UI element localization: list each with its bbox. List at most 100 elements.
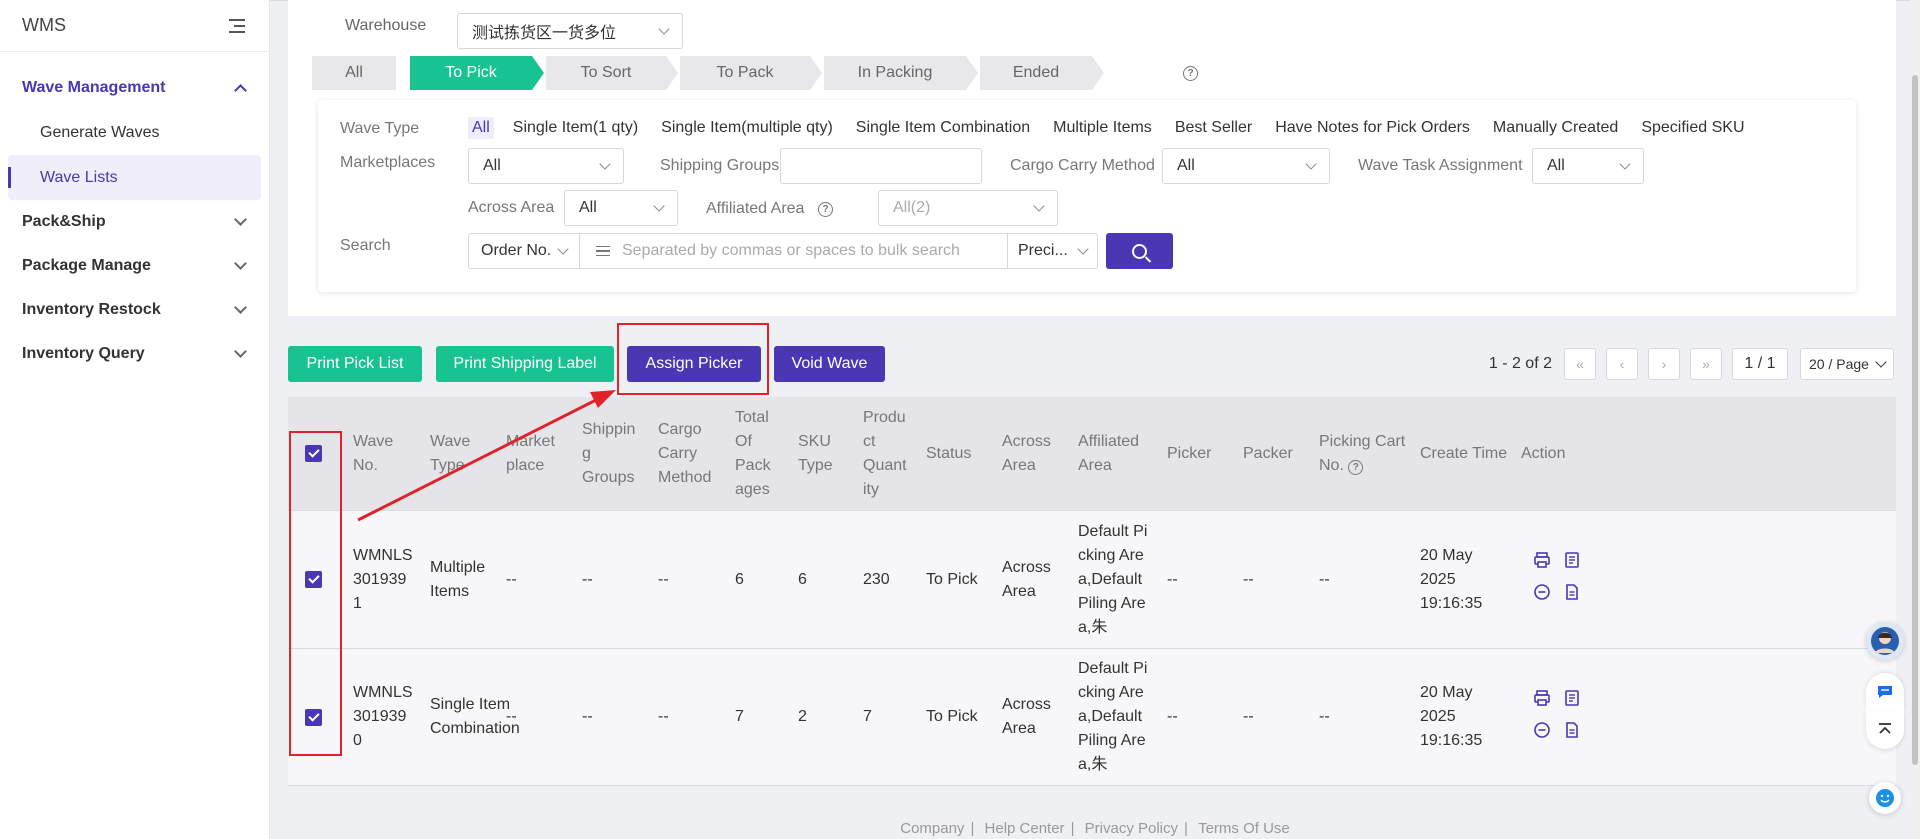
sidebar-group-inventory-query[interactable]: Inventory Query (0, 332, 269, 376)
wave-type-option[interactable]: Have Notes for Pick Orders (1271, 117, 1474, 139)
header-cell: Picker (1167, 444, 1212, 462)
table-row[interactable]: WMNLS3019390 Single Item Combination -- … (288, 648, 1896, 786)
tab-in-packing[interactable]: In Packing (824, 56, 978, 90)
wave-task-label: Wave Task Assignment (1358, 157, 1523, 174)
detail-list-icon[interactable] (1563, 551, 1581, 569)
page-scrollbar[interactable] (1910, 0, 1920, 839)
sidebar-group-package-manage[interactable]: Package Manage (0, 244, 269, 288)
search-input[interactable]: Separated by commas or spaces to bulk se… (580, 233, 1008, 269)
wave-type-option[interactable]: Single Item(1 qty) (509, 117, 642, 139)
print-icon[interactable] (1533, 551, 1551, 569)
help-icon[interactable]: ? (818, 202, 833, 217)
wave-type-option[interactable]: Single Item(multiple qty) (657, 117, 837, 139)
document-icon[interactable] (1563, 721, 1581, 739)
wave-table: Wave No. Wave Type Market place Shippin … (288, 397, 1896, 786)
tab-ended[interactable]: Ended (980, 56, 1104, 90)
detail-list-icon[interactable] (1563, 689, 1581, 707)
wave-type-label: Wave Type (340, 120, 420, 137)
wave-type-option[interactable]: Single Item Combination (852, 117, 1034, 139)
sidebar-group-label: Pack&Ship (22, 213, 106, 230)
header-cell: Produ ct Quant ity (863, 408, 907, 498)
select-value: All (1177, 157, 1195, 174)
sidebar-group-inventory-restock[interactable]: Inventory Restock (0, 288, 269, 332)
tab-to-pick[interactable]: To Pick (410, 56, 544, 90)
pager-count: 1 - 2 of 2 (1488, 355, 1552, 372)
sidebar-item-generate-waves[interactable]: Generate Waves (8, 110, 261, 155)
search-field-select[interactable]: Order No. (468, 233, 580, 269)
wave-type-option[interactable]: Specified SKU (1637, 117, 1748, 139)
page-number-input[interactable]: 1 / 1 (1732, 348, 1788, 380)
tab-label: To Sort (580, 64, 632, 81)
app-name: WMS (22, 15, 66, 35)
cargo-carry-select[interactable]: All (1162, 148, 1330, 184)
search-label: Search (340, 237, 391, 254)
table-header: Wave No. Wave Type Market place Shippin … (288, 397, 1896, 510)
document-icon[interactable] (1563, 583, 1581, 601)
wave-type-option[interactable]: Best Seller (1171, 117, 1256, 139)
chevron-down-icon (234, 345, 247, 358)
last-page-icon[interactable]: » (1690, 348, 1722, 380)
wave-task-select[interactable]: All (1532, 148, 1644, 184)
scrollbar-thumb[interactable] (1912, 75, 1918, 765)
next-page-icon[interactable]: › (1648, 348, 1680, 380)
page-size-select[interactable]: 20 / Page (1800, 348, 1894, 380)
print-pick-list-button[interactable]: Print Pick List (288, 346, 422, 382)
affiliated-area-select[interactable]: All(2) (878, 190, 1058, 226)
tab-label: To Pick (445, 64, 497, 81)
wave-no-cell[interactable]: WMNLS3019390 (353, 649, 415, 785)
footer-link-help-center[interactable]: Help Center (985, 820, 1065, 837)
marketplaces-select[interactable]: All (468, 148, 624, 184)
product-qty-cell: 7 (863, 708, 872, 725)
shipping-groups-input[interactable] (780, 148, 982, 184)
back-to-top-button[interactable] (1866, 711, 1904, 749)
tab-to-pack[interactable]: To Pack (680, 56, 822, 90)
search-group: Order No. Separated by commas or spaces … (468, 233, 1173, 269)
wave-type-option[interactable]: Multiple Items (1049, 117, 1156, 139)
select-value: All(2) (893, 199, 931, 216)
tab-all[interactable]: All (312, 56, 396, 90)
sku-type-cell: 2 (798, 708, 807, 725)
cargo-carry-cell: -- (658, 570, 669, 588)
smile-face-icon (1876, 789, 1894, 807)
footer-link-terms[interactable]: Terms Of Use (1198, 820, 1290, 837)
across-area-select[interactable]: All (564, 190, 678, 226)
prev-page-icon[interactable]: ‹ (1606, 348, 1638, 380)
sidebar-item-wave-lists[interactable]: Wave Lists (8, 155, 261, 200)
product-qty-cell: 230 (863, 570, 890, 588)
footer-link-company[interactable]: Company (900, 820, 964, 837)
feedback-button[interactable] (1869, 782, 1901, 814)
search-icon (1132, 243, 1147, 259)
row-actions (1533, 649, 1613, 785)
help-icon[interactable]: ? (1348, 460, 1364, 475)
wave-type-option[interactable]: Manually Created (1489, 117, 1622, 139)
warehouse-select[interactable]: 测试拣货区一货多位 (457, 13, 683, 49)
search-mode-select[interactable]: Preci... (1008, 233, 1098, 269)
void-circle-icon[interactable] (1533, 583, 1551, 601)
warehouse-value: 测试拣货区一货多位 (472, 25, 617, 42)
print-icon[interactable] (1533, 689, 1551, 707)
assistant-avatar[interactable] (1866, 622, 1904, 660)
wave-type-option[interactable]: All (468, 117, 494, 139)
first-page-icon[interactable]: « (1564, 348, 1596, 380)
tab-to-sort[interactable]: To Sort (546, 56, 678, 90)
chat-button[interactable] (1866, 673, 1904, 711)
wave-no-cell[interactable]: WMNLS3019391 (353, 511, 415, 648)
footer-link-privacy-policy[interactable]: Privacy Policy (1085, 820, 1178, 837)
void-circle-icon[interactable] (1533, 721, 1551, 739)
help-icon[interactable]: ? (1183, 66, 1198, 81)
search-button[interactable] (1106, 233, 1173, 269)
cargo-carry-cell: -- (658, 708, 669, 725)
sidebar-group-wave-management[interactable]: Wave Management (0, 66, 269, 110)
menu-collapse-icon[interactable] (227, 18, 245, 33)
void-wave-button[interactable]: Void Wave (774, 346, 885, 382)
table-row[interactable]: WMNLS3019391 Multiple Items -- -- -- 6 6… (288, 510, 1896, 648)
header-cell: Create Time (1420, 444, 1508, 462)
sidebar-group-label: Inventory Restock (22, 301, 161, 318)
print-shipping-label-button[interactable]: Print Shipping Label (436, 346, 614, 382)
select-value: 20 / Page (1809, 356, 1869, 372)
annotation-box-checkboxes (289, 431, 342, 756)
sidebar-group-pack-ship[interactable]: Pack&Ship (0, 200, 269, 244)
chevron-down-icon (557, 243, 569, 255)
header-cell: Total Of Pack ages (735, 408, 771, 498)
picker-cell: -- (1167, 708, 1178, 725)
